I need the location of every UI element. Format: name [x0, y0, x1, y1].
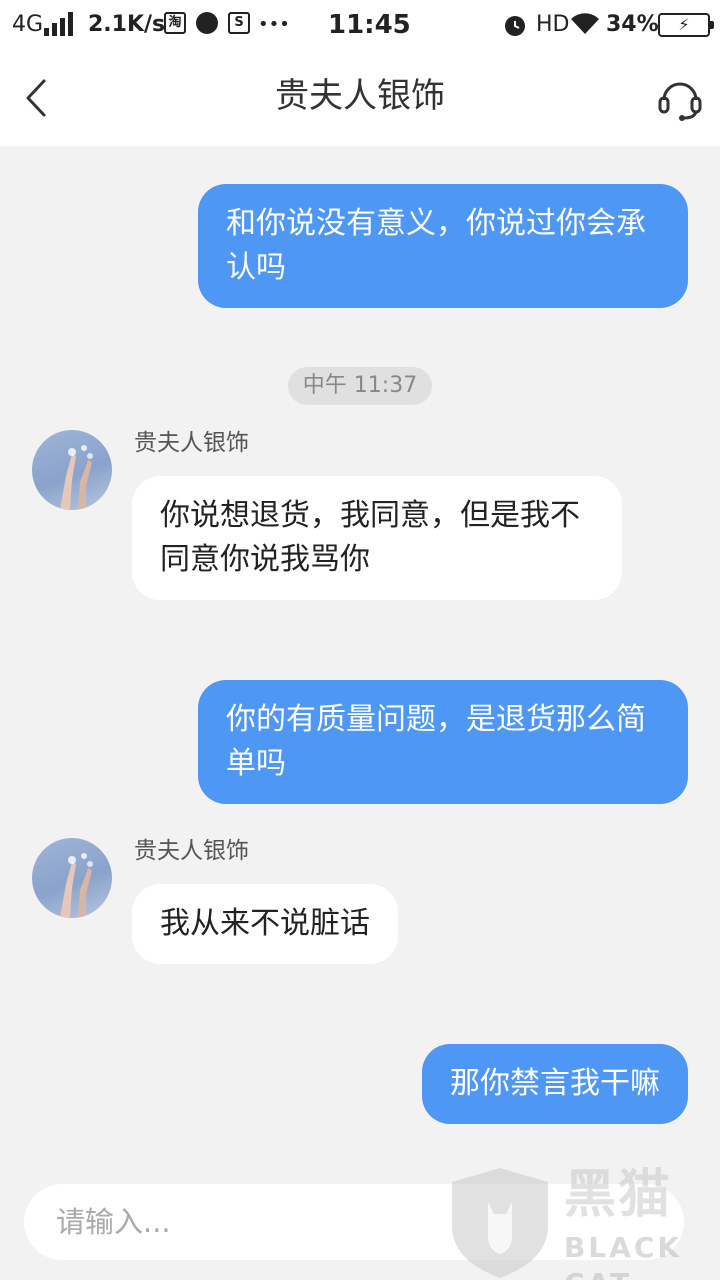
wifi-icon [571, 13, 599, 35]
network-type: 4G [12, 12, 44, 37]
hands-jewelry-image [60, 445, 93, 510]
page-title: 贵夫人银饰 [275, 76, 445, 116]
outgoing-message[interactable]: 那你禁言我干嘛 [422, 1044, 688, 1124]
taobao-icon: 淘 [164, 12, 186, 34]
more-notifications: ••• [258, 14, 290, 35]
avatar[interactable] [32, 838, 112, 918]
avatar[interactable] [32, 430, 112, 510]
chat-header: 贵夫人银饰 [0, 50, 720, 146]
app-icon [196, 12, 218, 34]
outgoing-message[interactable]: 和你说没有意义，你说过你会承认吗 [198, 184, 688, 308]
battery-icon: ⚡ [658, 13, 714, 37]
incoming-message[interactable]: 我从来不说脏话 [132, 884, 398, 964]
network-speed: 2.1K/s [88, 12, 166, 37]
customer-service-icon[interactable] [656, 76, 704, 122]
sender-name: 贵夫人银饰 [134, 430, 249, 456]
signal-icon [44, 12, 74, 36]
back-icon[interactable] [20, 78, 52, 118]
status-bar: 4G 2.1K/s 淘 S ••• 11:45 HD 34% ⚡ [0, 0, 720, 50]
message-input[interactable] [24, 1184, 684, 1260]
clock: 11:45 [328, 10, 411, 40]
outgoing-message[interactable]: 你的有质量问题，是退货那么简单吗 [198, 680, 688, 804]
incoming-message[interactable]: 你说想退货，我同意，但是我不同意你说我骂你 [132, 476, 622, 600]
hd-indicator: HD [536, 12, 570, 37]
battery-percent: 34% [606, 12, 659, 37]
sender-name: 贵夫人银饰 [134, 838, 249, 864]
hands-jewelry-image [60, 853, 93, 918]
s-icon: S [228, 12, 250, 34]
time-divider: 中午 11:37 [288, 367, 432, 405]
alarm-icon [505, 16, 525, 36]
